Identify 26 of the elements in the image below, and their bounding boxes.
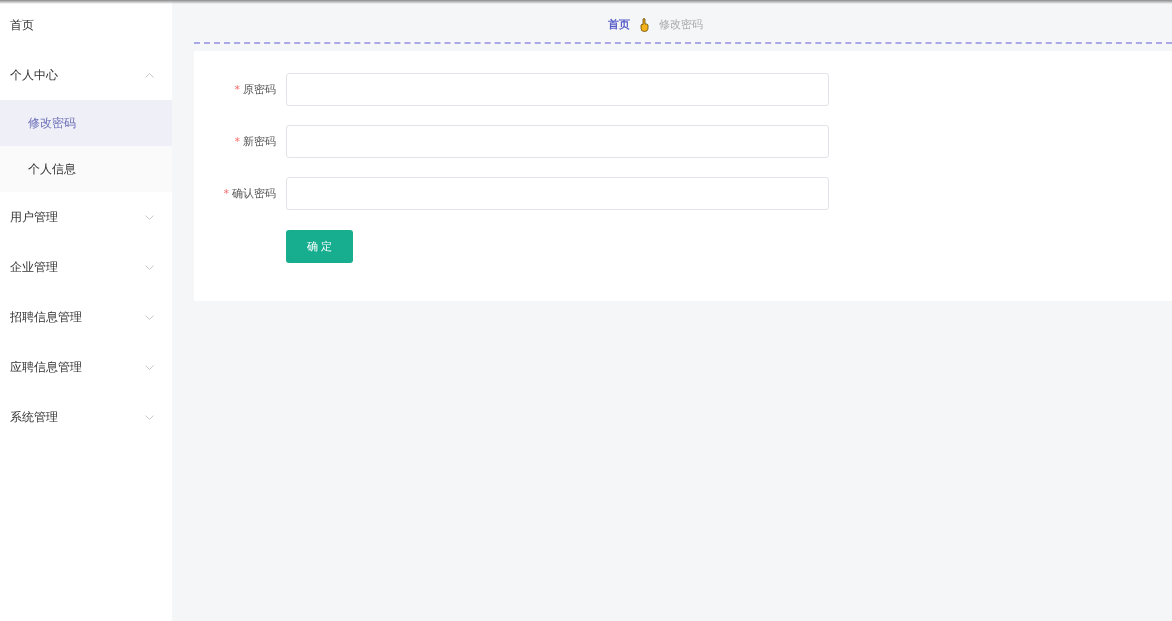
sidebar-item[interactable]: 招聘信息管理 (0, 292, 172, 342)
sidebar-item[interactable]: 首页 (0, 0, 172, 50)
password-field[interactable] (286, 177, 829, 210)
sidebar-item[interactable]: 企业管理 (0, 242, 172, 292)
chevron-down-icon (145, 264, 154, 270)
password-field[interactable] (286, 125, 829, 158)
sidebar-item[interactable]: 用户管理 (0, 192, 172, 242)
hand-icon (639, 18, 649, 32)
chevron-down-icon (145, 364, 154, 370)
password-field[interactable] (286, 73, 829, 106)
chevron-down-icon (145, 314, 154, 320)
submenu-item[interactable]: 修改密码 (0, 100, 172, 146)
chevron-up-icon (145, 72, 154, 78)
sidebar-item[interactable]: 个人中心 (0, 50, 172, 100)
required-mark: * (234, 135, 240, 148)
field-label: 原密码 (243, 82, 276, 97)
chevron-down-icon (145, 214, 154, 220)
sidebar-item[interactable]: 应聘信息管理 (0, 342, 172, 392)
required-mark: * (234, 83, 240, 96)
sidebar-item[interactable]: 系统管理 (0, 392, 172, 442)
field-label: 确认密码 (232, 186, 276, 201)
field-label: 新密码 (243, 134, 276, 149)
breadcrumb-link[interactable]: 首页 (607, 18, 630, 32)
submenu-item[interactable]: 个人信息 (0, 146, 172, 192)
chevron-down-icon (145, 414, 154, 420)
required-mark: * (223, 187, 229, 200)
